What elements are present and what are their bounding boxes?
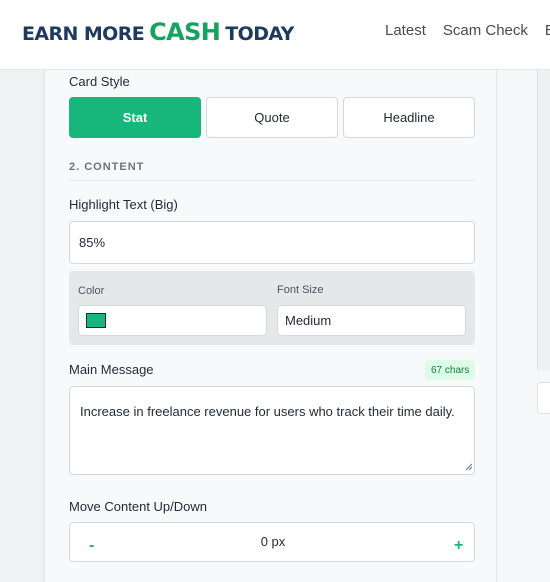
highlight-text-label: Highlight Text (Big) [69, 197, 178, 212]
resize-handle-icon[interactable] [465, 463, 473, 471]
char-count-badge: 67 chars [425, 360, 476, 380]
card-style-quote-button[interactable]: Quote [206, 97, 338, 138]
card-style-label: Card Style [69, 74, 130, 89]
font-size-select[interactable]: Medium [277, 305, 466, 336]
logo-text-today: TODAY [225, 23, 294, 45]
font-size-label: Font Size [277, 284, 324, 296]
section-divider [69, 180, 475, 181]
nav-link-truncated[interactable]: E [545, 22, 550, 39]
color-swatch[interactable] [86, 313, 106, 328]
main-nav: Latest Scam Check E [385, 22, 550, 39]
move-content-stepper: - 0 px + [69, 522, 475, 562]
highlight-text-input[interactable]: 85% [69, 221, 475, 264]
move-content-value: 0 px [260, 534, 286, 549]
nav-link-latest[interactable]: Latest [385, 22, 426, 39]
preview-panel-inner [537, 70, 550, 370]
logo-text-earn-more: EARN MORE [22, 23, 145, 45]
main-message-textarea[interactable]: Increase in freelance revenue for users … [69, 386, 475, 475]
card-style-stat-button[interactable]: Stat [69, 97, 201, 138]
main-message-label: Main Message [69, 362, 154, 377]
color-label: Color [78, 285, 105, 297]
preview-panel-tab[interactable] [537, 382, 550, 414]
site-logo[interactable]: EARN MORE CASH TODAY [22, 18, 294, 48]
logo-text-cash: CASH [149, 18, 221, 46]
increment-button[interactable]: + [454, 537, 463, 555]
move-content-label: Move Content Up/Down [69, 499, 208, 514]
card-style-headline-button[interactable]: Headline [343, 97, 475, 138]
color-picker-input[interactable] [78, 305, 267, 336]
site-header: EARN MORE CASH TODAY Latest Scam Check E [0, 0, 550, 70]
content-section-title: 2. CONTENT [69, 161, 145, 173]
nav-link-scam-check[interactable]: Scam Check [443, 22, 528, 39]
